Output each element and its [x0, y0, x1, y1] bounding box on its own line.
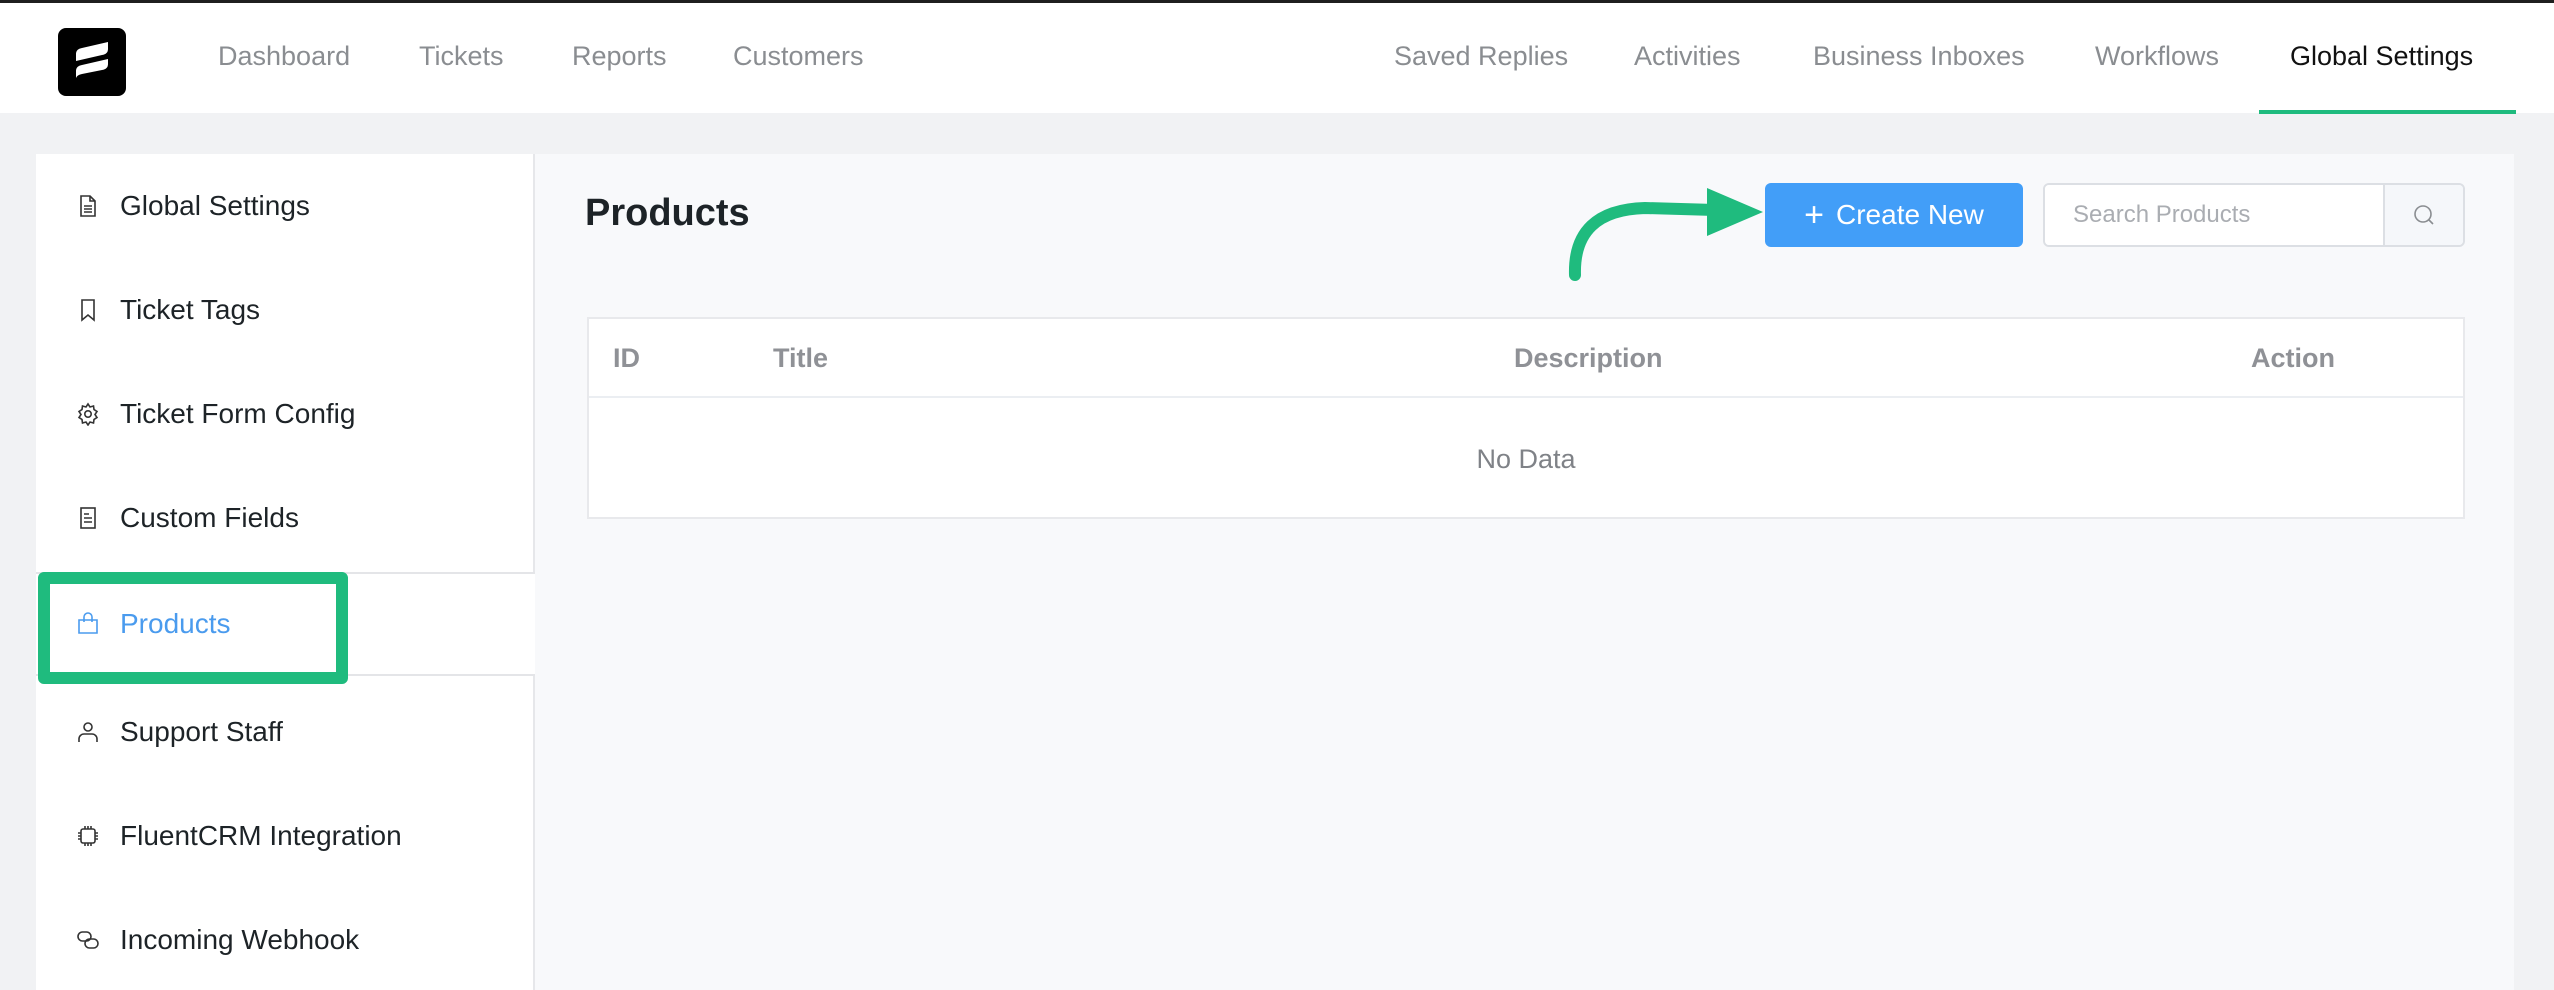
sidebar-item-label: Custom Fields: [120, 502, 299, 533]
nav-tickets[interactable]: Tickets: [419, 3, 504, 113]
search-icon: [2414, 205, 2434, 225]
table-header: ID Title Description Action: [589, 319, 2463, 398]
sidebar-item-label: Products: [120, 608, 231, 639]
nav-global-settings[interactable]: Global Settings: [2290, 3, 2473, 113]
sidebar-item-ticket-tags[interactable]: Ticket Tags: [36, 258, 533, 362]
empty-state-text: No Data: [1476, 444, 1576, 474]
sidebar-item-label: Support Staff: [120, 716, 283, 747]
column-header-id[interactable]: ID: [613, 319, 640, 398]
column-header-description[interactable]: Description: [1514, 319, 1663, 398]
webhook-link-icon: [76, 928, 100, 952]
sidebar-item-products[interactable]: Products: [36, 572, 535, 676]
products-table: ID Title Description Action No Data: [587, 317, 2465, 519]
search-button[interactable]: [2383, 185, 2463, 245]
list-document-icon: [76, 506, 100, 530]
sidebar-item-fluentcrm-integration[interactable]: FluentCRM Integration: [36, 784, 533, 888]
column-header-title[interactable]: Title: [773, 319, 828, 398]
nav-business-inboxes[interactable]: Business Inboxes: [1813, 3, 2025, 113]
bookmark-icon: [76, 298, 100, 322]
column-header-action[interactable]: Action: [2251, 319, 2335, 398]
search-products-field: [2043, 183, 2465, 247]
sidebar-item-label: Global Settings: [120, 190, 310, 221]
chip-icon: [76, 824, 100, 848]
sidebar-item-label: FluentCRM Integration: [120, 820, 402, 851]
nav-reports[interactable]: Reports: [572, 3, 667, 113]
user-icon: [76, 720, 100, 744]
create-new-button[interactable]: + Create New: [1765, 183, 2023, 247]
nav-dashboard[interactable]: Dashboard: [218, 3, 350, 113]
sidebar-item-custom-fields[interactable]: Custom Fields: [36, 466, 533, 570]
active-tab-indicator: [2259, 110, 2516, 114]
sidebar-item-label: Ticket Tags: [120, 294, 261, 325]
top-navigation: Dashboard Tickets Reports Customers Save…: [0, 3, 2554, 114]
sidebar-item-label: Incoming Webhook: [120, 924, 360, 955]
document-icon: [76, 194, 100, 218]
settings-sidebar: Global Settings Ticket Tags Ticket Form …: [36, 154, 535, 990]
nav-workflows[interactable]: Workflows: [2095, 3, 2219, 113]
shopping-bag-icon: [76, 612, 100, 636]
sidebar-item-ticket-form-config[interactable]: Ticket Form Config: [36, 362, 533, 466]
sidebar-item-global-settings[interactable]: Global Settings: [36, 154, 533, 258]
plus-icon: +: [1804, 196, 1824, 234]
products-panel: Products + Create New ID Title Descripti…: [535, 154, 2514, 990]
nav-activities[interactable]: Activities: [1634, 3, 1741, 113]
gear-icon: [76, 402, 100, 426]
sidebar-item-incoming-webhook[interactable]: Incoming Webhook: [36, 888, 533, 990]
page-title: Products: [585, 192, 750, 234]
nav-customers[interactable]: Customers: [733, 3, 864, 113]
sidebar-item-label: Ticket Form Config: [120, 398, 356, 429]
sidebar-item-support-staff[interactable]: Support Staff: [36, 680, 533, 784]
nav-saved-replies[interactable]: Saved Replies: [1394, 3, 1568, 113]
fluent-support-logo-icon[interactable]: [58, 28, 126, 96]
search-input[interactable]: [2045, 185, 2383, 245]
create-new-label: Create New: [1836, 199, 1984, 230]
